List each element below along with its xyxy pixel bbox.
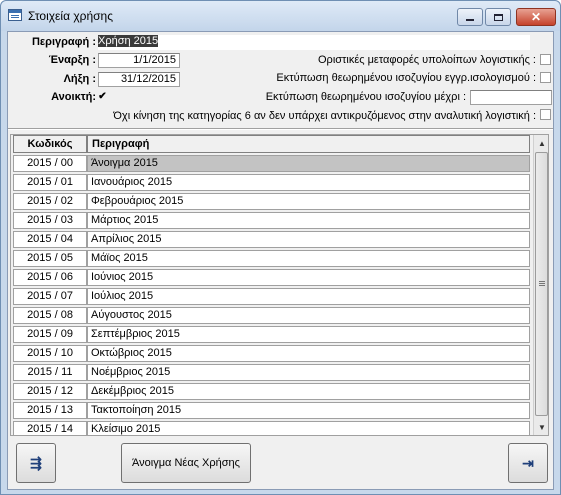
cell-description[interactable]: Δεκέμβριος 2015 (87, 383, 530, 400)
header-section: Περιγραφή : Χρήση 2015 Έναρξη : 1/1/2015… (8, 32, 553, 128)
column-header-description[interactable]: Περιγραφή (87, 135, 530, 153)
cell-description[interactable]: Φεβρουάριος 2015 (87, 193, 530, 210)
cell-description[interactable]: Κλείσιμο 2015 (87, 421, 530, 435)
no-movement-class6-label: Όχι κίνηση της κατηγορίας 6 αν δεν υπάρχ… (113, 110, 536, 122)
end-label: Λήξη : (63, 73, 96, 85)
exit-door-icon: ⇥ (522, 454, 534, 471)
cell-description[interactable]: Νοέμβριος 2015 (87, 364, 530, 381)
open-new-year-button[interactable]: Άνοιγμα Νέας Χρήσης (121, 443, 251, 483)
print-balance-sheet-label: Εκτύπωση θεωρημένου ισοζυγίου εγγρ.ισολο… (276, 72, 536, 84)
cell-description[interactable]: Αύγουστος 2015 (87, 307, 530, 324)
table-row[interactable]: 2015 / 12 Δεκέμβριος 2015 (13, 383, 530, 401)
cell-description[interactable]: Οκτώβριος 2015 (87, 345, 530, 362)
table-row[interactable]: 2015 / 06 Ιούνιος 2015 (13, 269, 530, 287)
cell-description[interactable]: Μάρτιος 2015 (87, 212, 530, 229)
table-row[interactable]: 2015 / 02 Φεβρουάριος 2015 (13, 193, 530, 211)
cell-description[interactable]: Άνοιγμα 2015 (87, 155, 530, 172)
cell-code[interactable]: 2015 / 07 (13, 288, 87, 305)
description-label: Περιγραφή : (31, 36, 96, 48)
minimize-icon (466, 19, 474, 21)
no-movement-class6-checkbox[interactable] (540, 109, 551, 120)
form-icon (8, 9, 22, 21)
cell-code[interactable]: 2015 / 08 (13, 307, 87, 324)
print-trial-balance-until-field[interactable] (470, 90, 552, 105)
table-row[interactable]: 2015 / 11 Νοέμβριος 2015 (13, 364, 530, 382)
start-label: Έναρξη : (48, 54, 96, 66)
end-date-field[interactable]: 31/12/2015 (98, 72, 180, 87)
filter-icon: ⇶ (30, 454, 42, 471)
table-row[interactable]: 2015 / 00 Άνοιγμα 2015 (13, 155, 530, 173)
description-field[interactable]: Χρήση 2015 (98, 35, 530, 50)
cell-code[interactable]: 2015 / 01 (13, 174, 87, 191)
open-checkbox[interactable]: ✔ (97, 91, 108, 102)
cell-code[interactable]: 2015 / 11 (13, 364, 87, 381)
cell-description[interactable]: Σεπτέμβριος 2015 (87, 326, 530, 343)
scroll-thumb[interactable] (535, 152, 548, 416)
table-row[interactable]: 2015 / 10 Οκτώβριος 2015 (13, 345, 530, 363)
print-trial-balance-until-label: Εκτύπωση θεωρημένου ισοζυγίου μέχρι : (265, 91, 466, 103)
cell-code[interactable]: 2015 / 13 (13, 402, 87, 419)
footer: ⇶ Άνοιγμα Νέας Χρήσης ⇥ (8, 436, 553, 489)
cell-description[interactable]: Μάϊος 2015 (87, 250, 530, 267)
start-date-field[interactable]: 1/1/2015 (98, 53, 180, 68)
form-window: Στοιχεία χρήσης ✕ Περιγραφή : Χρήση 2015… (0, 0, 561, 495)
filter-button[interactable]: ⇶ (16, 443, 56, 483)
cell-description[interactable]: Ιούνιος 2015 (87, 269, 530, 286)
cell-code[interactable]: 2015 / 10 (13, 345, 87, 362)
open-label: Ανοικτή: (51, 91, 96, 103)
scroll-up-icon[interactable]: ▲ (534, 135, 548, 151)
table-row[interactable]: 2015 / 13 Τακτοποίηση 2015 (13, 402, 530, 420)
table-row[interactable]: 2015 / 09 Σεπτέμβριος 2015 (13, 326, 530, 344)
cell-code[interactable]: 2015 / 00 (13, 155, 87, 172)
table-row[interactable]: 2015 / 05 Μάϊος 2015 (13, 250, 530, 268)
cell-description[interactable]: Ιούλιος 2015 (87, 288, 530, 305)
close-button[interactable]: ✕ (516, 8, 556, 26)
grip-icon (539, 281, 545, 282)
maximize-button[interactable] (485, 8, 511, 26)
table-row[interactable]: 2015 / 04 Απρίλιος 2015 (13, 231, 530, 249)
print-balance-sheet-checkbox[interactable] (540, 72, 551, 83)
table-row[interactable]: 2015 / 01 Ιανουάριος 2015 (13, 174, 530, 192)
scroll-down-icon[interactable]: ▼ (534, 419, 548, 435)
window-title: Στοιχεία χρήσης (28, 9, 114, 23)
cell-code[interactable]: 2015 / 03 (13, 212, 87, 229)
cell-code[interactable]: 2015 / 04 (13, 231, 87, 248)
table-row[interactable]: 2015 / 03 Μάρτιος 2015 (13, 212, 530, 230)
cell-description[interactable]: Τακτοποίηση 2015 (87, 402, 530, 419)
divider (8, 128, 553, 130)
title-bar[interactable]: Στοιχεία χρήσης ✕ (1, 1, 560, 31)
form-body: Περιγραφή : Χρήση 2015 Έναρξη : 1/1/2015… (7, 31, 554, 490)
column-header-code[interactable]: Κωδικός (13, 135, 87, 153)
cell-description[interactable]: Ιανουάριος 2015 (87, 174, 530, 191)
table-row[interactable]: 2015 / 08 Αύγουστος 2015 (13, 307, 530, 325)
table-row[interactable]: 2015 / 07 Ιούλιος 2015 (13, 288, 530, 306)
cell-code[interactable]: 2015 / 14 (13, 421, 87, 435)
cell-description[interactable]: Απρίλιος 2015 (87, 231, 530, 248)
cell-code[interactable]: 2015 / 12 (13, 383, 87, 400)
vertical-scrollbar[interactable]: ▲ ▼ (533, 135, 548, 435)
cell-code[interactable]: 2015 / 05 (13, 250, 87, 267)
exit-button[interactable]: ⇥ (508, 443, 548, 483)
cell-code[interactable]: 2015 / 06 (13, 269, 87, 286)
cell-code[interactable]: 2015 / 02 (13, 193, 87, 210)
cell-code[interactable]: 2015 / 09 (13, 326, 87, 343)
minimize-button[interactable] (457, 8, 483, 26)
periods-grid: Κωδικός Περιγραφή 2015 / 00 Άνοιγμα 2015 2… (10, 134, 549, 436)
table-row[interactable]: 2015 / 14 Κλείσιμο 2015 (13, 421, 530, 435)
close-icon: ✕ (530, 10, 542, 24)
final-transfers-checkbox[interactable] (540, 54, 551, 65)
final-transfers-label: Οριστικές μεταφορές υπολοίπων λογιστικής… (318, 54, 536, 66)
maximize-icon (493, 13, 503, 21)
